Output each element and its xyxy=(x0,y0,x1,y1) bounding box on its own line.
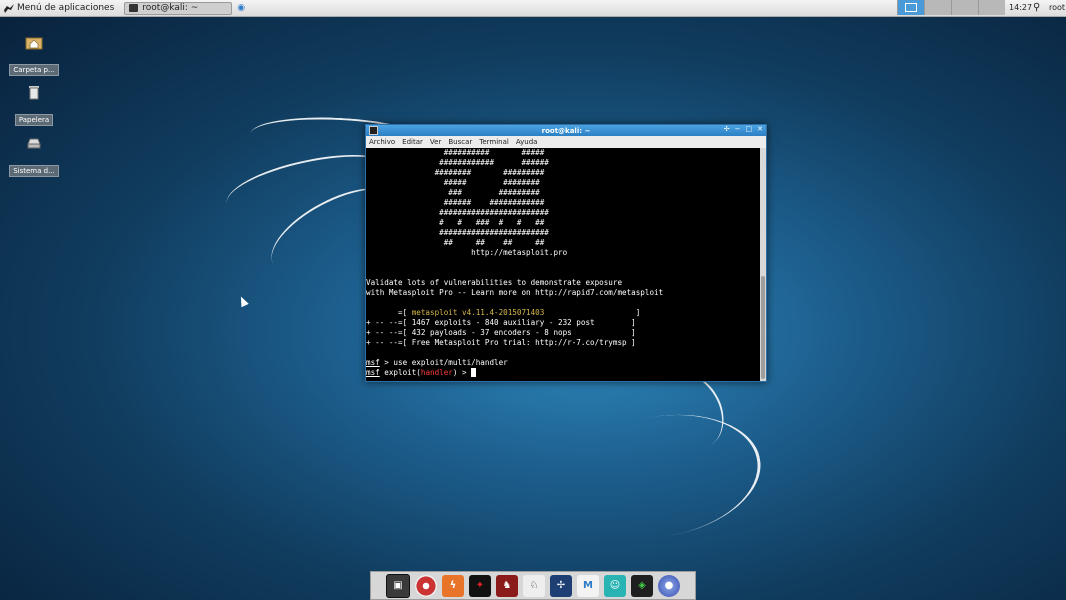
ascii-art-line: ########## ##### xyxy=(366,148,545,157)
desktop-icon-filesystem[interactable]: Sistema d... xyxy=(9,135,59,177)
menu-terminal[interactable]: Terminal xyxy=(479,138,509,146)
pin-icon[interactable]: ✢ xyxy=(724,125,730,133)
scrollbar-thumb[interactable] xyxy=(761,276,765,379)
search-icon[interactable]: ⚲ xyxy=(1033,2,1040,13)
desktop-icon-label: Carpeta p... xyxy=(9,64,59,76)
user-menu[interactable]: root xyxy=(1049,3,1065,12)
terminal-menubar: Archivo Editar Ver Buscar Terminal Ayuda xyxy=(366,136,766,148)
workspace-3[interactable] xyxy=(951,0,978,15)
ascii-art-line: ### ######### xyxy=(366,188,540,197)
faraday-icon[interactable]: ♞ xyxy=(496,574,518,597)
applications-menu-label: Menú de aplicaciones xyxy=(17,3,115,13)
workspace-1[interactable] xyxy=(897,0,924,15)
wallpaper-streak xyxy=(549,399,771,554)
armitage-icon[interactable] xyxy=(415,574,437,597)
eye-icon[interactable]: ◉ xyxy=(237,3,247,13)
application-dock: ▣ ϟ ✦ ♞ ♘ ✢ M ☺ ◈ ● xyxy=(370,571,696,600)
workspace-4[interactable] xyxy=(978,0,1005,15)
terminal-icon xyxy=(129,4,139,12)
ascii-art-line: ## ## ## ## xyxy=(366,238,545,247)
ascii-art-line: ###### ############ xyxy=(366,198,545,207)
ascii-art-line: # # ### # # ## xyxy=(366,218,545,227)
menu-ver[interactable]: Ver xyxy=(430,138,441,146)
close-icon[interactable]: ✕ xyxy=(757,125,763,133)
current-prompt[interactable]: msf exploit(handler) > xyxy=(366,368,760,378)
ascii-art-line: ######################## xyxy=(366,208,549,217)
terminal-app-icon[interactable]: ▣ xyxy=(386,573,410,598)
msf-prompt: msf xyxy=(366,368,380,377)
zenmap-icon[interactable]: ☺ xyxy=(604,574,626,597)
trash-icon xyxy=(29,86,39,100)
banner-line: + -- --=[ Free Metasploit Pro trial: htt… xyxy=(366,338,636,347)
menu-buscar[interactable]: Buscar xyxy=(448,138,472,146)
desktop-icon-label: Sistema d... xyxy=(9,165,59,177)
top-panel: Menú de aplicaciones root@kali: ~ ◉ 14:2… xyxy=(0,0,1066,17)
maltego-icon[interactable]: ✢ xyxy=(550,574,572,597)
terminal-output[interactable]: ########## ##### ############ ###### ###… xyxy=(366,148,760,381)
info-line: Validate lots of vulnerabilities to demo… xyxy=(366,278,623,287)
command-line: msf > use exploit/multi/handler xyxy=(366,358,760,368)
ascii-art-url: http://metasploit.pro xyxy=(366,248,568,257)
ascii-art-line: ######################## xyxy=(366,228,549,237)
desktop-icon-trash[interactable]: Papelera xyxy=(9,84,59,126)
ascii-art-line: ##### ######## xyxy=(366,178,540,187)
menu-archivo[interactable]: Archivo xyxy=(369,138,395,146)
msf-prompt: msf xyxy=(366,358,380,367)
command-text: > use exploit/multi/handler xyxy=(379,358,508,367)
window-titlebar[interactable]: root@kali: ~ ✢ − □ ✕ xyxy=(366,125,766,136)
version-text: metasploit v4.11.4-2015071403 xyxy=(411,308,545,317)
kali-dragon-icon xyxy=(4,3,14,13)
mouse-cursor xyxy=(237,294,249,308)
minimize-icon[interactable]: − xyxy=(735,125,741,133)
terminal-window: root@kali: ~ ✢ − □ ✕ Archivo Editar Ver … xyxy=(365,124,767,382)
firefox-icon[interactable]: ● xyxy=(658,574,680,597)
home-folder-icon xyxy=(25,37,43,50)
drive-icon xyxy=(27,138,41,149)
applications-menu[interactable]: Menú de aplicaciones xyxy=(0,0,120,16)
burpsuite-icon[interactable]: ϟ xyxy=(442,574,464,597)
maximize-icon[interactable]: □ xyxy=(746,125,753,133)
workspace-switcher xyxy=(897,0,1005,16)
module-name: handler xyxy=(420,368,453,377)
banner-version-line: =[ metasploit v4.11.4-2015071403 ] xyxy=(366,308,641,317)
menu-editar[interactable]: Editar xyxy=(402,138,423,146)
beef-icon[interactable]: ✦ xyxy=(469,574,491,597)
ascii-art-line: ############ ###### xyxy=(366,158,549,167)
clock[interactable]: 14:27 xyxy=(1009,3,1032,12)
desktop-icon-label: Papelera xyxy=(14,114,54,126)
desktop-icon-home[interactable]: Carpeta p... xyxy=(9,34,59,76)
terminal-scrollbar[interactable] xyxy=(760,148,766,381)
banner-line: + -- --=[ 432 payloads - 37 encoders - 8… xyxy=(366,328,636,337)
workspace-2[interactable] xyxy=(924,0,951,15)
window-title: root@kali: ~ xyxy=(541,126,591,135)
ascii-art-line: ######## ######### xyxy=(366,168,545,177)
info-line: with Metasploit Pro -- Learn more on htt… xyxy=(366,288,664,297)
taskbar-window-label: root@kali: ~ xyxy=(142,3,199,13)
taskbar-window-button[interactable]: root@kali: ~ xyxy=(124,1,233,15)
metasploit-icon[interactable]: M xyxy=(577,574,599,597)
banner-line: + -- --=[ 1467 exploits - 840 auxiliary … xyxy=(366,318,636,327)
john-icon[interactable]: ♘ xyxy=(523,574,545,597)
wireshark-icon[interactable]: ◈ xyxy=(631,574,653,597)
menu-ayuda[interactable]: Ayuda xyxy=(516,138,538,146)
